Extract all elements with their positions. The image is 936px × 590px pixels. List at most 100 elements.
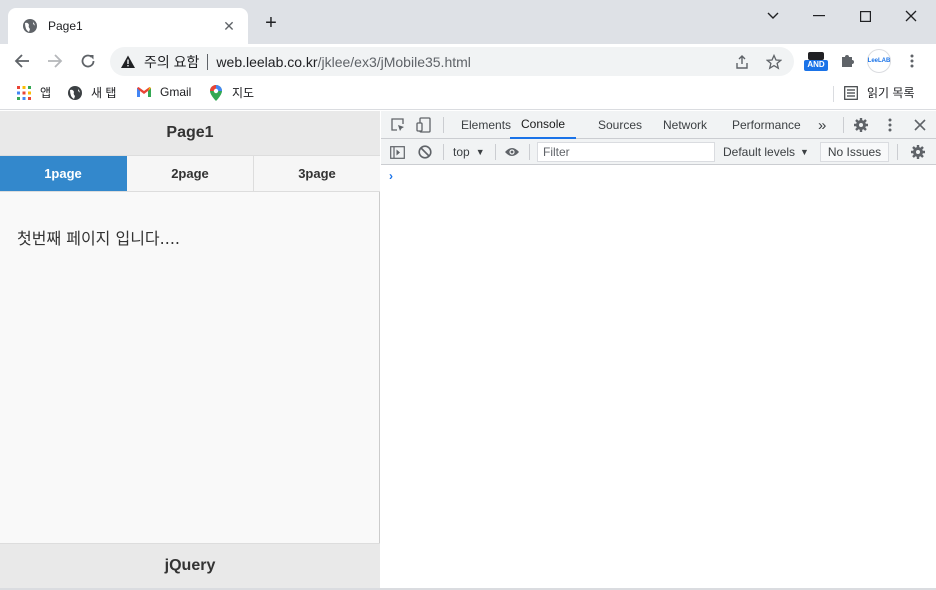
reading-list-icon: [843, 85, 859, 101]
bookmark-gmail[interactable]: Gmail: [136, 84, 191, 100]
bookmarks-divider: [833, 86, 834, 102]
minimize-icon: [813, 15, 825, 17]
tab-sources[interactable]: Sources: [598, 111, 642, 139]
nav-item-1page[interactable]: 1page: [0, 156, 127, 191]
sidebar-icon: [389, 145, 405, 159]
reading-list-label: 읽기 목록: [867, 86, 915, 100]
reload-button[interactable]: [76, 49, 100, 73]
security-warning-text[interactable]: 주의 요함: [144, 52, 199, 72]
context-selector[interactable]: top ▼: [453, 143, 485, 161]
log-levels-dropdown[interactable]: Default levels ▼: [723, 143, 809, 161]
new-tab-button[interactable]: +: [260, 12, 282, 34]
profile-label: LeeLAB: [867, 58, 891, 64]
reload-icon: [81, 54, 95, 68]
globe-icon: [23, 19, 37, 33]
omnibox-divider: [207, 53, 209, 70]
block-icon: [418, 145, 432, 159]
reading-list-button[interactable]: 읽기 목록: [843, 84, 915, 101]
device-icon: [416, 117, 431, 133]
nav-item-2page[interactable]: 2page: [127, 156, 254, 191]
tab-console[interactable]: Console: [510, 111, 577, 139]
more-vertical-icon: [910, 54, 914, 68]
devtools-close-button[interactable]: [910, 115, 930, 135]
tab-network[interactable]: Network: [663, 111, 707, 139]
extensions-button[interactable]: [838, 49, 858, 73]
profile-button[interactable]: LeeLAB: [866, 49, 892, 73]
close-icon: [914, 119, 926, 131]
devtools-divider: [843, 117, 844, 133]
minimize-button[interactable]: [796, 4, 842, 28]
maximize-icon: [859, 10, 871, 22]
bookmark-label: Gmail: [160, 85, 192, 99]
forward-button[interactable]: [43, 49, 67, 73]
devtools-divider: [495, 144, 496, 160]
nav-item-3page[interactable]: 3page: [254, 156, 380, 191]
apps-grid-icon: [16, 85, 32, 101]
console-prompt[interactable]: ›: [389, 169, 393, 183]
page-viewport: Page1 1page 2page 3page 첫번째 페이지 입니다.... …: [0, 111, 380, 588]
console-settings-button[interactable]: [908, 142, 928, 162]
devtools-panel: Elements Console Sources Network Perform…: [381, 111, 936, 588]
devtools-divider: [529, 144, 530, 160]
puzzle-icon: [842, 55, 854, 67]
more-tabs-button[interactable]: »: [818, 111, 826, 139]
console-filter-input[interactable]: Filter: [537, 142, 715, 162]
bookmark-new-tab[interactable]: 새 탭: [67, 84, 116, 101]
devtools-settings-button[interactable]: [851, 115, 871, 135]
devtools-menu-button[interactable]: [880, 115, 900, 135]
bookmark-apps[interactable]: 앱: [16, 84, 51, 101]
inspect-element-button[interactable]: [388, 115, 408, 135]
tab-title: Page1: [48, 19, 83, 33]
chevron-down-icon: [767, 12, 779, 19]
tab-elements[interactable]: Elements: [461, 111, 511, 139]
devtools-divider: [443, 117, 444, 133]
gear-icon: [854, 118, 868, 132]
bookmark-label: 새 탭: [91, 86, 117, 100]
warning-icon[interactable]: [120, 54, 136, 70]
globe-icon: [67, 85, 83, 101]
gear-icon: [911, 145, 925, 159]
page-footer: jQuery: [0, 543, 380, 588]
tab-performance[interactable]: Performance: [732, 111, 801, 139]
live-expression-button[interactable]: [502, 142, 522, 162]
tab-search-button[interactable]: [750, 4, 796, 28]
browser-titlebar: Page1 ✕ +: [0, 0, 936, 44]
share-icon: [736, 54, 748, 69]
bookmark-maps[interactable]: 지도: [208, 84, 254, 101]
maximize-button[interactable]: [842, 4, 888, 28]
url-text[interactable]: web.leelab.co.kr/jklee/ex3/jMobile35.htm…: [216, 54, 720, 70]
devtools-tabbar: Elements Console Sources Network Perform…: [381, 111, 936, 139]
avatar: LeeLAB: [867, 49, 891, 73]
show-sidebar-button[interactable]: [387, 142, 407, 162]
devtools-divider: [897, 144, 898, 160]
inspect-icon: [391, 118, 404, 131]
close-icon: [905, 10, 917, 22]
browser-toolbar: 주의 요함 web.leelab.co.kr/jklee/ex3/jMobile…: [0, 44, 936, 78]
star-icon: [766, 53, 782, 70]
chrome-menu-button[interactable]: [904, 49, 920, 73]
clear-console-button[interactable]: [415, 142, 435, 162]
bookmark-star-button[interactable]: [764, 52, 784, 72]
gmail-icon: [136, 84, 152, 100]
close-icon[interactable]: ✕: [220, 18, 238, 35]
back-button[interactable]: [10, 49, 34, 73]
bookmark-label: 지도: [232, 86, 255, 100]
context-label: top: [453, 145, 470, 159]
bookmarks-bar: 앱 새 탭 Gmail 지도 읽기 목록: [0, 78, 936, 110]
share-button[interactable]: [732, 52, 752, 72]
console-toolbar: top ▼ Filter Default levels ▼ No Issues: [381, 139, 936, 165]
footer-title: jQuery: [164, 557, 216, 574]
page-content-text: 첫번째 페이지 입니다....: [17, 229, 180, 248]
browser-tab[interactable]: Page1 ✕: [8, 8, 248, 44]
issues-button[interactable]: No Issues: [820, 142, 889, 162]
extension-badge-text: AND: [807, 60, 825, 69]
maps-pin-icon: [208, 84, 224, 101]
dropdown-arrow-icon: ▼: [800, 147, 809, 157]
bookmark-label: 앱: [40, 86, 52, 100]
extension-and-button[interactable]: AND: [803, 49, 829, 73]
page-title: Page1: [166, 124, 214, 141]
window-close-button[interactable]: [888, 4, 934, 28]
url-host: web.leelab.co.kr: [216, 53, 318, 70]
device-toolbar-button[interactable]: [414, 115, 434, 135]
address-bar[interactable]: 주의 요함 web.leelab.co.kr/jklee/ex3/jMobile…: [110, 47, 794, 76]
